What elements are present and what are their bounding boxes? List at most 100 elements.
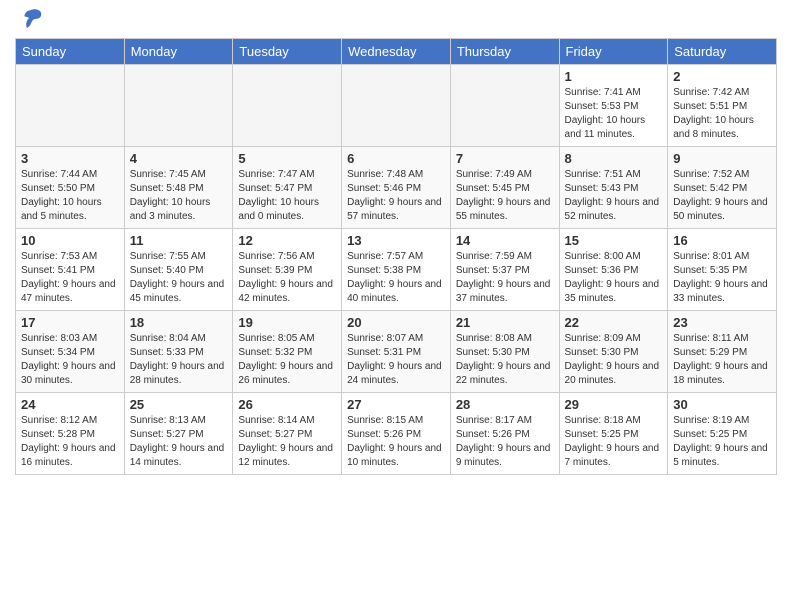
calendar-cell: 27Sunrise: 8:15 AM Sunset: 5:26 PM Dayli… bbox=[342, 393, 451, 475]
day-number: 28 bbox=[456, 397, 554, 412]
day-number: 15 bbox=[565, 233, 663, 248]
day-number: 20 bbox=[347, 315, 445, 330]
day-number: 22 bbox=[565, 315, 663, 330]
day-number: 30 bbox=[673, 397, 771, 412]
calendar-cell: 7Sunrise: 7:49 AM Sunset: 5:45 PM Daylig… bbox=[450, 147, 559, 229]
calendar-cell: 30 Sunrise: 8:19 AM Sunset: 5:25 PM Dayli… bbox=[668, 393, 777, 475]
day-info: Sunrise: 7:52 AM Sunset: 5:42 PM Dayligh… bbox=[673, 168, 771, 224]
day-info: Sunrise: 8:01 AM Sunset: 5:35 PM Dayligh… bbox=[673, 250, 771, 306]
calendar-cell: 1Sunrise: 7:41 AM Sunset: 5:53 PM Daylig… bbox=[559, 65, 668, 147]
day-header-monday: Monday bbox=[124, 39, 233, 65]
day-number: 21 bbox=[456, 315, 554, 330]
day-info: Sunrise: 8:14 AM Sunset: 5:27 PM Dayligh… bbox=[238, 414, 336, 470]
calendar-cell: 5Sunrise: 7:47 AM Sunset: 5:47 PM Daylig… bbox=[233, 147, 342, 229]
day-number: 17 bbox=[21, 315, 119, 330]
week-row-0: 1Sunrise: 7:41 AM Sunset: 5:53 PM Daylig… bbox=[16, 65, 777, 147]
calendar-cell: 11 Sunrise: 7:55 AM Sunset: 5:40 PM Dayli… bbox=[124, 229, 233, 311]
day-header-saturday: Saturday bbox=[668, 39, 777, 65]
calendar-cell bbox=[16, 65, 125, 147]
calendar-cell bbox=[233, 65, 342, 147]
day-number: 18 bbox=[130, 315, 228, 330]
calendar-cell: 3 Sunrise: 7:44 AM Sunset: 5:50 PM Daylig… bbox=[16, 147, 125, 229]
day-header-wednesday: Wednesday bbox=[342, 39, 451, 65]
week-row-4: 24Sunrise: 8:12 AM Sunset: 5:28 PM Dayli… bbox=[16, 393, 777, 475]
day-number: 14 bbox=[456, 233, 554, 248]
calendar-cell: 9 Sunrise: 7:52 AM Sunset: 5:42 PM Daylig… bbox=[668, 147, 777, 229]
day-number: 9 bbox=[673, 151, 771, 166]
week-row-3: 17 Sunrise: 8:03 AM Sunset: 5:34 PM Dayli… bbox=[16, 311, 777, 393]
calendar-cell: 21 Sunrise: 8:08 AM Sunset: 5:30 PM Dayli… bbox=[450, 311, 559, 393]
calendar-cell: 8Sunrise: 7:51 AM Sunset: 5:43 PM Daylig… bbox=[559, 147, 668, 229]
day-number: 8 bbox=[565, 151, 663, 166]
day-number: 13 bbox=[347, 233, 445, 248]
day-header-friday: Friday bbox=[559, 39, 668, 65]
day-info: Sunrise: 8:03 AM Sunset: 5:34 PM Dayligh… bbox=[21, 332, 119, 388]
calendar-cell: 13 Sunrise: 7:57 AM Sunset: 5:38 PM Dayli… bbox=[342, 229, 451, 311]
day-info: Sunrise: 8:18 AM Sunset: 5:25 PM Dayligh… bbox=[565, 414, 663, 470]
day-info: Sunrise: 7:55 AM Sunset: 5:40 PM Dayligh… bbox=[130, 250, 228, 306]
day-info: Sunrise: 8:04 AM Sunset: 5:33 PM Dayligh… bbox=[130, 332, 228, 388]
calendar-cell: 14 Sunrise: 7:59 AM Sunset: 5:37 PM Dayli… bbox=[450, 229, 559, 311]
day-number: 11 bbox=[130, 233, 228, 248]
day-number: 27 bbox=[347, 397, 445, 412]
day-number: 3 bbox=[21, 151, 119, 166]
day-info: Sunrise: 8:09 AM Sunset: 5:30 PM Dayligh… bbox=[565, 332, 663, 388]
header bbox=[15, 10, 777, 30]
week-row-2: 10 Sunrise: 7:53 AM Sunset: 5:41 PM Dayli… bbox=[16, 229, 777, 311]
page: SundayMondayTuesdayWednesdayThursdayFrid… bbox=[0, 0, 792, 485]
calendar-cell: 15 Sunrise: 8:00 AM Sunset: 5:36 PM Dayli… bbox=[559, 229, 668, 311]
day-number: 19 bbox=[238, 315, 336, 330]
calendar-cell: 12Sunrise: 7:56 AM Sunset: 5:39 PM Dayli… bbox=[233, 229, 342, 311]
day-number: 1 bbox=[565, 69, 663, 84]
day-info: Sunrise: 7:57 AM Sunset: 5:38 PM Dayligh… bbox=[347, 250, 445, 306]
day-info: Sunrise: 8:05 AM Sunset: 5:32 PM Dayligh… bbox=[238, 332, 336, 388]
day-info: Sunrise: 8:07 AM Sunset: 5:31 PM Dayligh… bbox=[347, 332, 445, 388]
day-info: Sunrise: 7:47 AM Sunset: 5:47 PM Dayligh… bbox=[238, 168, 336, 224]
calendar-cell: 22 Sunrise: 8:09 AM Sunset: 5:30 PM Dayli… bbox=[559, 311, 668, 393]
day-number: 2 bbox=[673, 69, 771, 84]
calendar-cell: 25Sunrise: 8:13 AM Sunset: 5:27 PM Dayli… bbox=[124, 393, 233, 475]
day-info: Sunrise: 8:08 AM Sunset: 5:30 PM Dayligh… bbox=[456, 332, 554, 388]
day-number: 12 bbox=[238, 233, 336, 248]
calendar-cell: 2Sunrise: 7:42 AM Sunset: 5:51 PM Daylig… bbox=[668, 65, 777, 147]
day-number: 10 bbox=[21, 233, 119, 248]
calendar-cell bbox=[342, 65, 451, 147]
day-header-thursday: Thursday bbox=[450, 39, 559, 65]
week-row-1: 3 Sunrise: 7:44 AM Sunset: 5:50 PM Daylig… bbox=[16, 147, 777, 229]
day-number: 25 bbox=[130, 397, 228, 412]
day-number: 6 bbox=[347, 151, 445, 166]
day-info: Sunrise: 7:53 AM Sunset: 5:41 PM Dayligh… bbox=[21, 250, 119, 306]
day-info: Sunrise: 7:49 AM Sunset: 5:45 PM Dayligh… bbox=[456, 168, 554, 224]
calendar-cell: 17 Sunrise: 8:03 AM Sunset: 5:34 PM Dayli… bbox=[16, 311, 125, 393]
logo-bird-icon bbox=[17, 6, 45, 34]
calendar-cell: 24Sunrise: 8:12 AM Sunset: 5:28 PM Dayli… bbox=[16, 393, 125, 475]
day-info: Sunrise: 7:59 AM Sunset: 5:37 PM Dayligh… bbox=[456, 250, 554, 306]
calendar-cell: 16 Sunrise: 8:01 AM Sunset: 5:35 PM Dayli… bbox=[668, 229, 777, 311]
day-info: Sunrise: 8:17 AM Sunset: 5:26 PM Dayligh… bbox=[456, 414, 554, 470]
day-info: Sunrise: 8:19 AM Sunset: 5:25 PM Dayligh… bbox=[673, 414, 771, 470]
calendar-cell: 4Sunrise: 7:45 AM Sunset: 5:48 PM Daylig… bbox=[124, 147, 233, 229]
calendar-cell: 29 Sunrise: 8:18 AM Sunset: 5:25 PM Dayli… bbox=[559, 393, 668, 475]
calendar-cell: 6Sunrise: 7:48 AM Sunset: 5:46 PM Daylig… bbox=[342, 147, 451, 229]
day-header-tuesday: Tuesday bbox=[233, 39, 342, 65]
calendar-cell bbox=[450, 65, 559, 147]
calendar-cell: 23 Sunrise: 8:11 AM Sunset: 5:29 PM Dayli… bbox=[668, 311, 777, 393]
day-number: 23 bbox=[673, 315, 771, 330]
day-header-sunday: Sunday bbox=[16, 39, 125, 65]
calendar-cell: 10 Sunrise: 7:53 AM Sunset: 5:41 PM Dayli… bbox=[16, 229, 125, 311]
day-info: Sunrise: 8:00 AM Sunset: 5:36 PM Dayligh… bbox=[565, 250, 663, 306]
day-info: Sunrise: 7:45 AM Sunset: 5:48 PM Dayligh… bbox=[130, 168, 228, 224]
day-number: 29 bbox=[565, 397, 663, 412]
day-info: Sunrise: 8:11 AM Sunset: 5:29 PM Dayligh… bbox=[673, 332, 771, 388]
calendar-cell: 28 Sunrise: 8:17 AM Sunset: 5:26 PM Dayli… bbox=[450, 393, 559, 475]
calendar-cell: 19 Sunrise: 8:05 AM Sunset: 5:32 PM Dayli… bbox=[233, 311, 342, 393]
day-info: Sunrise: 7:44 AM Sunset: 5:50 PM Dayligh… bbox=[21, 168, 119, 224]
calendar-cell: 18 Sunrise: 8:04 AM Sunset: 5:33 PM Dayli… bbox=[124, 311, 233, 393]
calendar-cell bbox=[124, 65, 233, 147]
calendar-cell: 20 Sunrise: 8:07 AM Sunset: 5:31 PM Dayli… bbox=[342, 311, 451, 393]
day-number: 16 bbox=[673, 233, 771, 248]
day-number: 26 bbox=[238, 397, 336, 412]
header-row: SundayMondayTuesdayWednesdayThursdayFrid… bbox=[16, 39, 777, 65]
logo bbox=[15, 10, 45, 30]
calendar-table: SundayMondayTuesdayWednesdayThursdayFrid… bbox=[15, 38, 777, 475]
